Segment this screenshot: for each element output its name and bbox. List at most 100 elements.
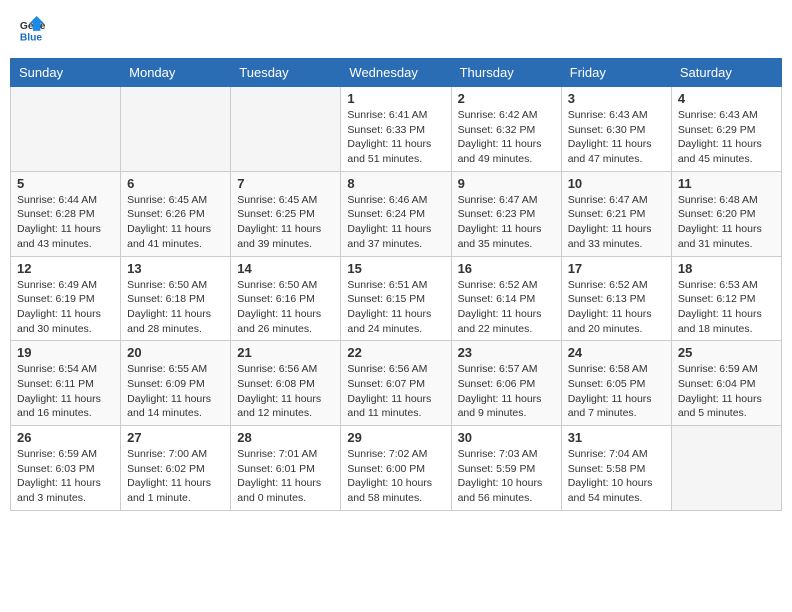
calendar-cell: 15 Sunrise: 6:51 AM Sunset: 6:15 PM Dayli…	[341, 256, 451, 341]
day-number: 12	[17, 261, 114, 276]
calendar-cell: 2Sunrise: 6:42 AM Sunset: 6:32 PM Daylig…	[451, 87, 561, 172]
day-number: 4	[678, 91, 775, 106]
calendar-cell: 18 Sunrise: 6:53 AM Sunset: 6:12 PM Dayli…	[671, 256, 781, 341]
day-number: 11	[678, 176, 775, 191]
calendar-cell: 26 Sunrise: 6:59 AM Sunset: 6:03 PM Dayli…	[11, 426, 121, 511]
day-header-monday: Monday	[121, 59, 231, 87]
calendar-cell: 3Sunrise: 6:43 AM Sunset: 6:30 PM Daylig…	[561, 87, 671, 172]
logo: General Blue	[18, 16, 50, 44]
day-info: Sunrise: 6:57 AM Sunset: 6:06 PM Dayligh…	[458, 362, 555, 421]
calendar-cell	[231, 87, 341, 172]
day-number: 1	[347, 91, 444, 106]
day-info: Sunrise: 6:42 AM Sunset: 6:32 PM Dayligh…	[458, 108, 555, 167]
day-info: Sunrise: 6:43 AM Sunset: 6:29 PM Dayligh…	[678, 108, 775, 167]
calendar-cell: 16 Sunrise: 6:52 AM Sunset: 6:14 PM Dayli…	[451, 256, 561, 341]
calendar-cell	[121, 87, 231, 172]
day-number: 19	[17, 345, 114, 360]
calendar-week-row: 26 Sunrise: 6:59 AM Sunset: 6:03 PM Dayli…	[11, 426, 782, 511]
calendar-cell: 11 Sunrise: 6:48 AM Sunset: 6:20 PM Dayli…	[671, 171, 781, 256]
day-header-tuesday: Tuesday	[231, 59, 341, 87]
day-number: 7	[237, 176, 334, 191]
day-info: Sunrise: 6:58 AM Sunset: 6:05 PM Dayligh…	[568, 362, 665, 421]
day-number: 20	[127, 345, 224, 360]
day-header-sunday: Sunday	[11, 59, 121, 87]
calendar-cell: 6 Sunrise: 6:45 AM Sunset: 6:26 PM Daylig…	[121, 171, 231, 256]
logo-icon: General Blue	[18, 16, 46, 44]
calendar-cell: 13Sunrise: 6:50 AM Sunset: 6:18 PM Dayli…	[121, 256, 231, 341]
calendar-week-row: 5Sunrise: 6:44 AM Sunset: 6:28 PM Daylig…	[11, 171, 782, 256]
day-info: Sunrise: 6:59 AM Sunset: 6:03 PM Dayligh…	[17, 447, 114, 506]
day-info: Sunrise: 6:45 AM Sunset: 6:25 PM Dayligh…	[237, 193, 334, 252]
calendar-cell	[671, 426, 781, 511]
day-info: Sunrise: 6:49 AM Sunset: 6:19 PM Dayligh…	[17, 278, 114, 337]
day-info: Sunrise: 6:41 AM Sunset: 6:33 PM Dayligh…	[347, 108, 444, 167]
day-number: 17	[568, 261, 665, 276]
day-number: 22	[347, 345, 444, 360]
day-info: Sunrise: 6:47 AM Sunset: 6:23 PM Dayligh…	[458, 193, 555, 252]
calendar-cell: 17 Sunrise: 6:52 AM Sunset: 6:13 PM Dayli…	[561, 256, 671, 341]
calendar-cell: 24Sunrise: 6:58 AM Sunset: 6:05 PM Dayli…	[561, 341, 671, 426]
day-number: 31	[568, 430, 665, 445]
calendar-cell: 1 Sunrise: 6:41 AM Sunset: 6:33 PM Daylig…	[341, 87, 451, 172]
day-number: 16	[458, 261, 555, 276]
calendar-cell: 31 Sunrise: 7:04 AM Sunset: 5:58 PM Dayli…	[561, 426, 671, 511]
calendar-week-row: 19 Sunrise: 6:54 AM Sunset: 6:11 PM Dayli…	[11, 341, 782, 426]
calendar-week-row: 1 Sunrise: 6:41 AM Sunset: 6:33 PM Daylig…	[11, 87, 782, 172]
day-number: 23	[458, 345, 555, 360]
day-info: Sunrise: 6:54 AM Sunset: 6:11 PM Dayligh…	[17, 362, 114, 421]
day-info: Sunrise: 6:52 AM Sunset: 6:14 PM Dayligh…	[458, 278, 555, 337]
day-header-thursday: Thursday	[451, 59, 561, 87]
day-header-wednesday: Wednesday	[341, 59, 451, 87]
day-info: Sunrise: 7:01 AM Sunset: 6:01 PM Dayligh…	[237, 447, 334, 506]
day-number: 3	[568, 91, 665, 106]
day-info: Sunrise: 6:48 AM Sunset: 6:20 PM Dayligh…	[678, 193, 775, 252]
day-info: Sunrise: 6:46 AM Sunset: 6:24 PM Dayligh…	[347, 193, 444, 252]
calendar-cell: 28 Sunrise: 7:01 AM Sunset: 6:01 PM Dayli…	[231, 426, 341, 511]
day-info: Sunrise: 7:03 AM Sunset: 5:59 PM Dayligh…	[458, 447, 555, 506]
calendar-cell: 25Sunrise: 6:59 AM Sunset: 6:04 PM Dayli…	[671, 341, 781, 426]
calendar-cell: 9 Sunrise: 6:47 AM Sunset: 6:23 PM Daylig…	[451, 171, 561, 256]
day-info: Sunrise: 6:52 AM Sunset: 6:13 PM Dayligh…	[568, 278, 665, 337]
calendar-cell: 30 Sunrise: 7:03 AM Sunset: 5:59 PM Dayli…	[451, 426, 561, 511]
calendar-header-row: SundayMondayTuesdayWednesdayThursdayFrid…	[11, 59, 782, 87]
day-info: Sunrise: 6:47 AM Sunset: 6:21 PM Dayligh…	[568, 193, 665, 252]
day-number: 29	[347, 430, 444, 445]
calendar-cell: 7 Sunrise: 6:45 AM Sunset: 6:25 PM Daylig…	[231, 171, 341, 256]
day-info: Sunrise: 7:02 AM Sunset: 6:00 PM Dayligh…	[347, 447, 444, 506]
day-info: Sunrise: 6:56 AM Sunset: 6:07 PM Dayligh…	[347, 362, 444, 421]
day-number: 30	[458, 430, 555, 445]
day-header-saturday: Saturday	[671, 59, 781, 87]
calendar-cell: 27 Sunrise: 7:00 AM Sunset: 6:02 PM Dayli…	[121, 426, 231, 511]
svg-text:Blue: Blue	[20, 32, 43, 43]
calendar-week-row: 12 Sunrise: 6:49 AM Sunset: 6:19 PM Dayli…	[11, 256, 782, 341]
day-info: Sunrise: 7:04 AM Sunset: 5:58 PM Dayligh…	[568, 447, 665, 506]
day-info: Sunrise: 6:50 AM Sunset: 6:18 PM Dayligh…	[127, 278, 224, 337]
day-number: 8	[347, 176, 444, 191]
day-number: 14	[237, 261, 334, 276]
day-number: 27	[127, 430, 224, 445]
day-number: 9	[458, 176, 555, 191]
day-info: Sunrise: 6:51 AM Sunset: 6:15 PM Dayligh…	[347, 278, 444, 337]
day-number: 10	[568, 176, 665, 191]
day-number: 6	[127, 176, 224, 191]
calendar-cell: 5Sunrise: 6:44 AM Sunset: 6:28 PM Daylig…	[11, 171, 121, 256]
calendar-cell: 21Sunrise: 6:56 AM Sunset: 6:08 PM Dayli…	[231, 341, 341, 426]
day-number: 21	[237, 345, 334, 360]
calendar-cell: 19 Sunrise: 6:54 AM Sunset: 6:11 PM Dayli…	[11, 341, 121, 426]
calendar-cell: 12 Sunrise: 6:49 AM Sunset: 6:19 PM Dayli…	[11, 256, 121, 341]
calendar-cell: 10 Sunrise: 6:47 AM Sunset: 6:21 PM Dayli…	[561, 171, 671, 256]
calendar-cell: 14Sunrise: 6:50 AM Sunset: 6:16 PM Dayli…	[231, 256, 341, 341]
day-number: 28	[237, 430, 334, 445]
day-number: 25	[678, 345, 775, 360]
calendar-cell: 29 Sunrise: 7:02 AM Sunset: 6:00 PM Dayli…	[341, 426, 451, 511]
day-info: Sunrise: 6:53 AM Sunset: 6:12 PM Dayligh…	[678, 278, 775, 337]
day-header-friday: Friday	[561, 59, 671, 87]
day-number: 26	[17, 430, 114, 445]
calendar-cell: 23 Sunrise: 6:57 AM Sunset: 6:06 PM Dayli…	[451, 341, 561, 426]
day-info: Sunrise: 7:00 AM Sunset: 6:02 PM Dayligh…	[127, 447, 224, 506]
calendar-cell: 20Sunrise: 6:55 AM Sunset: 6:09 PM Dayli…	[121, 341, 231, 426]
calendar-cell: 22 Sunrise: 6:56 AM Sunset: 6:07 PM Dayli…	[341, 341, 451, 426]
day-number: 15	[347, 261, 444, 276]
day-number: 18	[678, 261, 775, 276]
day-info: Sunrise: 6:45 AM Sunset: 6:26 PM Dayligh…	[127, 193, 224, 252]
